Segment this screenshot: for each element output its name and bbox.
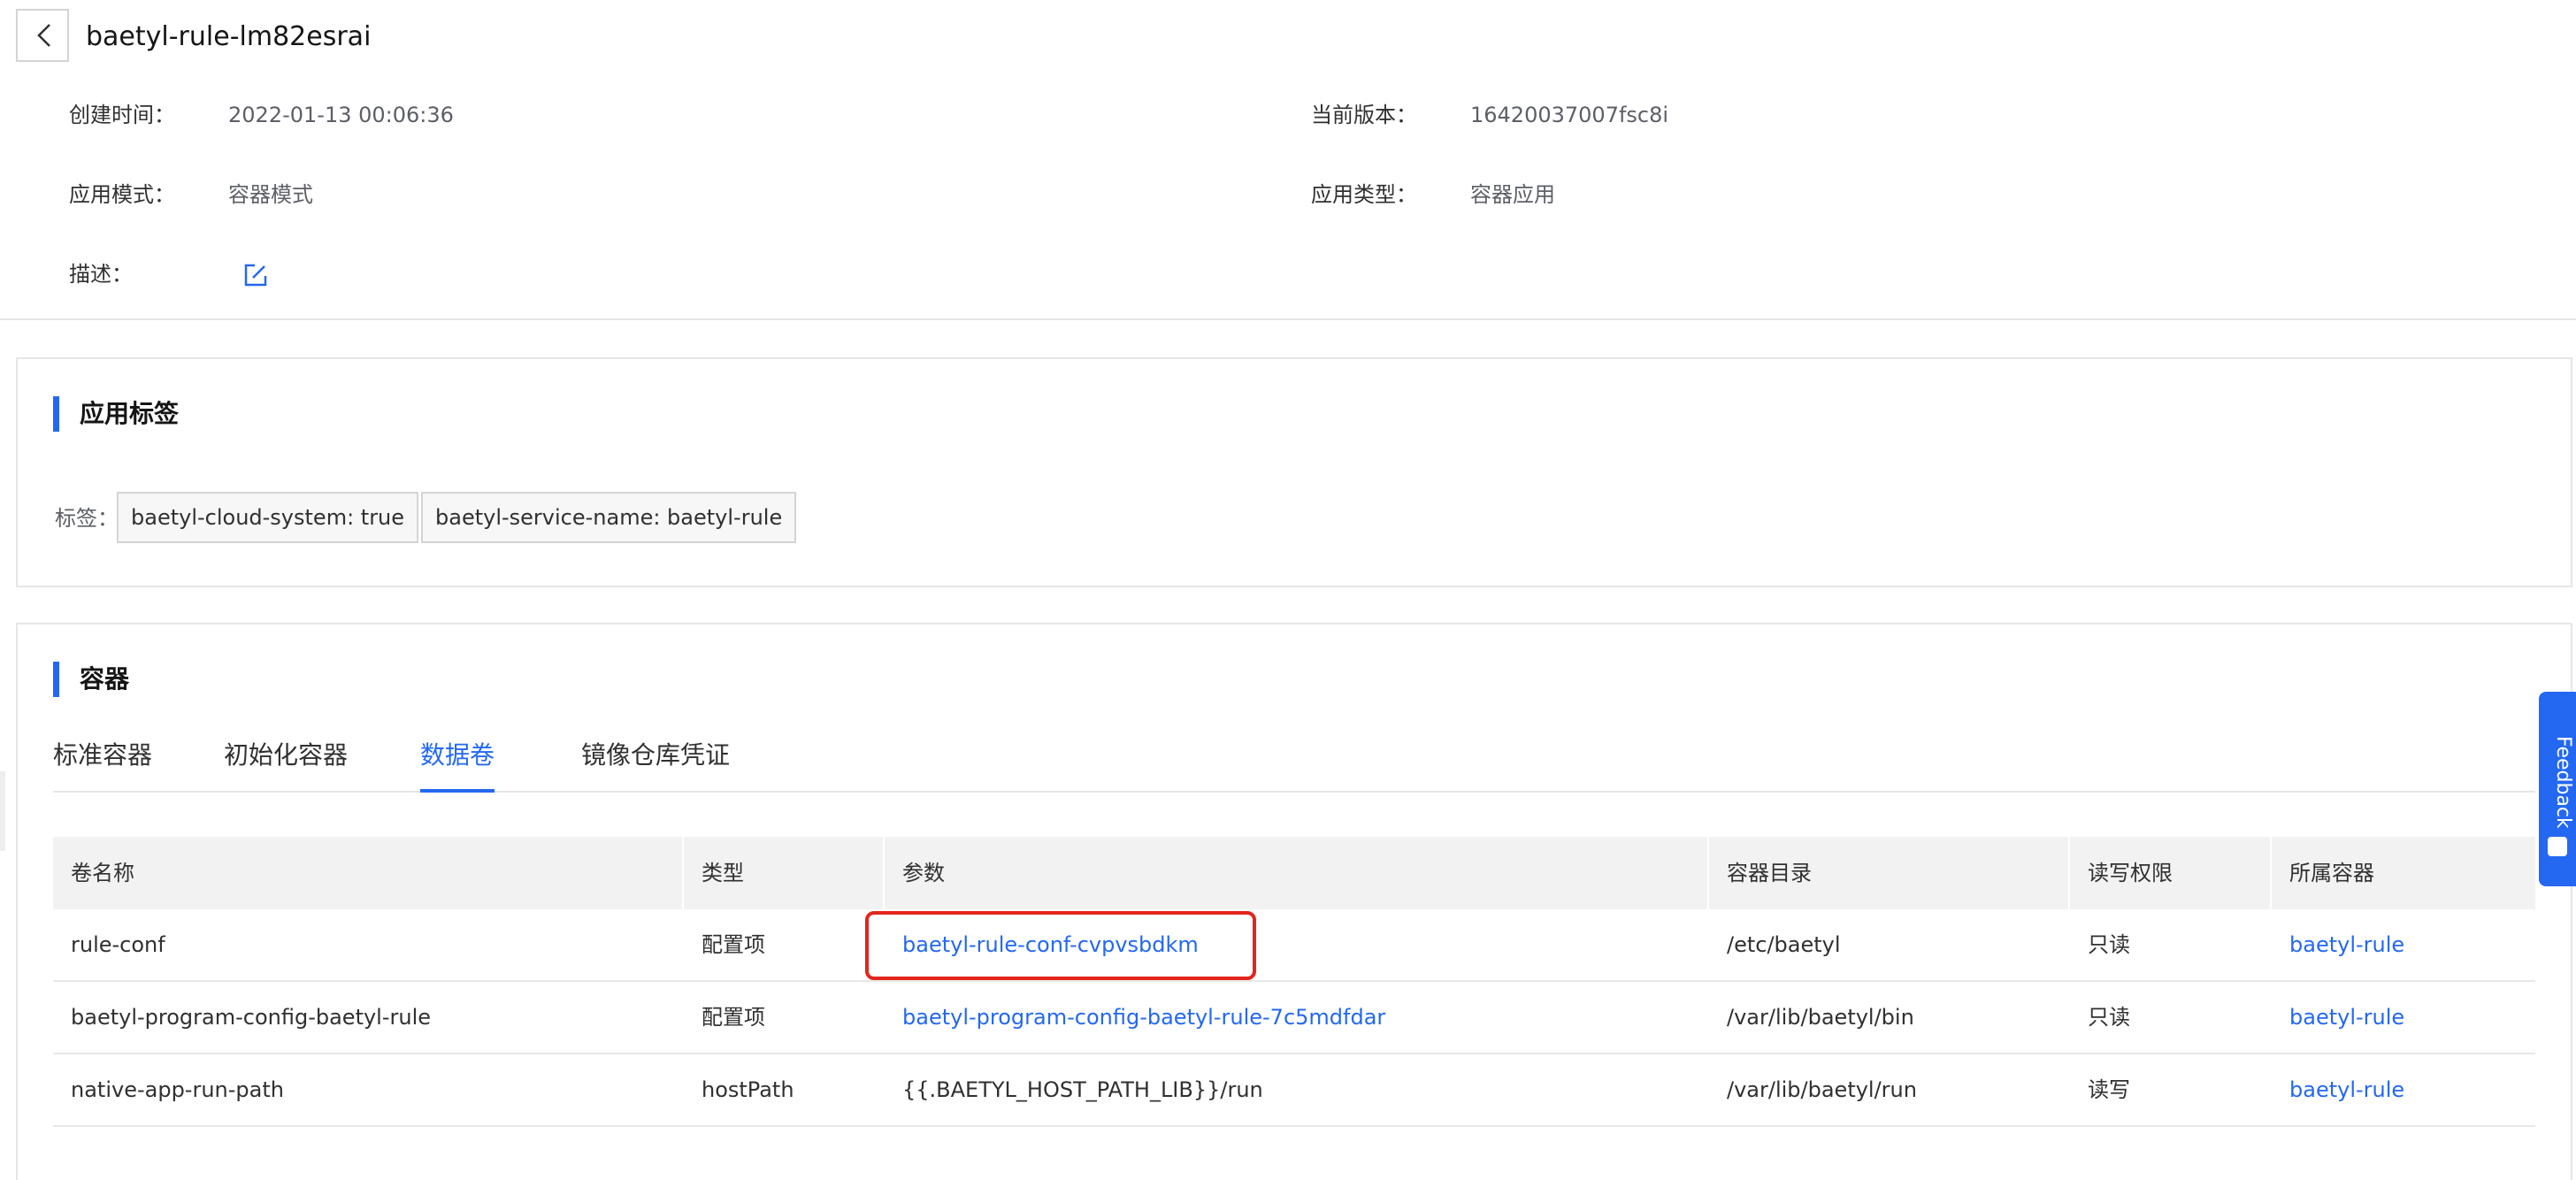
volume-name-cell: baetyl-program-config-baetyl-rule [71,1005,432,1030]
tab-standard-container[interactable]: 标准容器 [53,738,152,773]
column-header-type: 类型 [702,861,744,885]
tags-label: 标签： [55,506,119,531]
volume-type-cell: hostPath [702,1077,794,1102]
container-tabs: 标准容器 初始化容器 数据卷 镜像仓库凭证 [53,715,2535,793]
created-time-label: 创建时间： [69,103,175,127]
permission-cell: 只读 [2088,932,2130,957]
column-header-volume-name: 卷名称 [71,861,134,885]
current-version-value: 16420037007fsc8i [1470,103,1669,127]
feedback-label: Feedback [2552,736,2574,829]
label-tag: baetyl-cloud-system: true [117,492,419,543]
tab-volumes[interactable]: 数据卷 [420,738,494,773]
created-time-value: 2022-01-13 00:06:36 [228,103,454,127]
column-header-container-dir: 容器目录 [1727,861,1812,885]
active-tab-indicator [420,789,494,793]
table-row: rule-conf 配置项 baetyl-rule-conf-cvpvsbdkm… [53,909,2535,982]
app-detail-page: baetyl-rule-lm82esrai 创建时间： 2022-01-13 0… [0,0,2576,1180]
volume-type-cell: 配置项 [702,932,765,957]
label-tag: baetyl-service-name: baetyl-rule [421,492,797,543]
feedback-button[interactable]: Feedback [2539,692,2576,886]
app-labels-panel: 应用标签 标签： baetyl-cloud-system: true baety… [16,357,2572,587]
volume-param-link[interactable]: baetyl-rule-conf-cvpvsbdkm [885,909,1199,980]
table-header: 卷名称 类型 参数 容器目录 读写权限 所属容器 [53,837,2535,909]
containers-panel-title: 容器 [53,662,129,697]
owner-container-link[interactable]: baetyl-rule [2272,982,2404,1053]
permission-cell: 只读 [2088,1005,2130,1030]
page-header: baetyl-rule-lm82esrai [0,0,2576,74]
tab-init-container[interactable]: 初始化容器 [224,738,348,773]
volume-type-cell: 配置项 [702,1005,765,1030]
volume-name-cell: rule-conf [71,932,165,957]
container-dir-cell: /var/lib/baetyl/run [1727,1077,1917,1102]
labels-panel-title: 应用标签 [53,396,179,432]
app-mode-value: 容器模式 [228,182,313,207]
container-dir-cell: /etc/baetyl [1727,932,1841,957]
description-label: 描述： [69,262,133,287]
owner-container-link[interactable]: baetyl-rule [2272,1054,2404,1125]
feedback-icon [2548,837,2567,856]
column-header-owner-container: 所属容器 [2289,861,2374,885]
edit-icon [244,264,267,287]
page-title: baetyl-rule-lm82esrai [86,21,372,52]
tab-registry-credentials[interactable]: 镜像仓库凭证 [581,738,730,773]
chevron-left-icon [37,24,50,47]
app-info-section: 创建时间： 2022-01-13 00:06:36 当前版本： 16420037… [0,74,2576,320]
column-header-permission: 读写权限 [2088,861,2173,885]
left-edge-handle [0,771,5,851]
app-type-value: 容器应用 [1470,182,1555,207]
volume-param-cell: {{.BAETYL_HOST_PATH_LIB}}/run [902,1077,1263,1102]
app-mode-label: 应用模式： [69,182,175,207]
table-row: native-app-run-path hostPath {{.BAETYL_H… [53,1054,2535,1127]
column-header-params: 参数 [902,861,945,885]
owner-container-link[interactable]: baetyl-rule [2272,909,2404,980]
volume-param-link[interactable]: baetyl-program-config-baetyl-rule-7c5mdf… [885,982,1385,1053]
permission-cell: 读写 [2088,1077,2130,1102]
containers-panel: 容器 标准容器 初始化容器 数据卷 镜像仓库凭证 卷名称 类型 参数 容器目录 … [16,623,2572,1180]
current-version-label: 当前版本： [1311,103,1417,127]
app-type-label: 应用类型： [1311,182,1417,207]
edit-description-button[interactable] [242,262,269,288]
container-dir-cell: /var/lib/baetyl/bin [1727,1005,1914,1030]
back-button[interactable] [16,9,69,62]
volume-name-cell: native-app-run-path [71,1077,284,1102]
table-row: baetyl-program-config-baetyl-rule 配置项 ba… [53,982,2535,1054]
